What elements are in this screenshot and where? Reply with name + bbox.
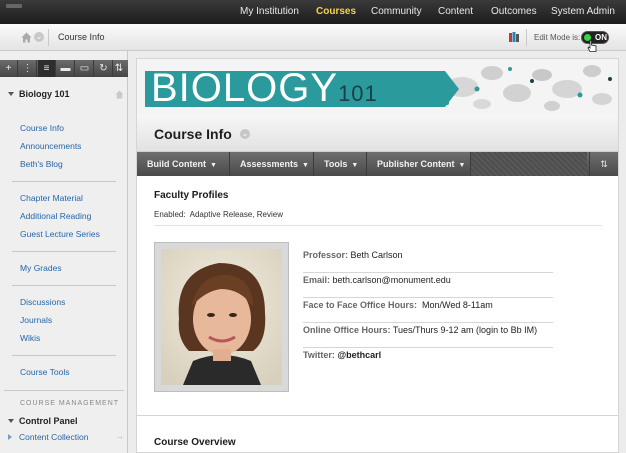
chevron-right-icon: →: [116, 432, 124, 441]
menu-journals[interactable]: Journals: [20, 315, 52, 325]
profile-twitter-row: Twitter: @bethcarl: [303, 350, 382, 360]
nav-outcomes[interactable]: Outcomes: [491, 0, 537, 24]
breadcrumb-bar: ⌄ Course Info Edit Mode is:: [0, 24, 626, 51]
faculty-profiles-title[interactable]: Faculty Profiles: [154, 190, 228, 201]
profile-photo-frame: [154, 242, 289, 392]
course-menu-header[interactable]: Biology 101: [8, 89, 70, 99]
folder-view-icon[interactable]: ▬: [57, 60, 75, 77]
tools-button[interactable]: Tools ▼: [314, 152, 367, 176]
logo-icon: [6, 4, 22, 8]
menu-my-grades[interactable]: My Grades: [20, 263, 62, 273]
action-bar: Build Content ▼ Assessments ▼ Tools ▼ Publi…: [137, 152, 618, 176]
menu-course-info[interactable]: Course Info: [20, 123, 64, 133]
menu-beths-blog[interactable]: Beth's Blog: [20, 159, 63, 169]
home-icon[interactable]: [21, 32, 32, 43]
nav-system-admin[interactable]: System Admin: [551, 0, 615, 24]
breadcrumb-menu-icon[interactable]: ⌄: [34, 32, 44, 42]
list-view-icon[interactable]: ≡: [38, 60, 56, 77]
content-collection-item[interactable]: Content Collection: [8, 432, 88, 442]
menu-discussions[interactable]: Discussions: [20, 297, 65, 307]
breadcrumb-current: Course Info: [58, 32, 105, 42]
publisher-content-button[interactable]: Publisher Content ▼: [367, 152, 471, 176]
banner-title: BIOLOGY101: [151, 66, 378, 110]
course-management-label: COURSE MANAGEMENT: [20, 400, 120, 407]
profile-photo: [161, 249, 282, 385]
profile-office-hours-row: Face to Face Office Hours: Mon/Wed 8-11a…: [303, 298, 553, 323]
top-navigation: My Institution Courses Community Content…: [0, 0, 626, 24]
reorder-icon[interactable]: ⇅: [589, 152, 618, 176]
drag-handle-icon[interactable]: ⋮: [19, 60, 37, 77]
edit-mode-label: Edit Mode is:: [534, 33, 581, 42]
book-icon[interactable]: [509, 32, 519, 43]
menu-wikis[interactable]: Wikis: [20, 333, 40, 343]
page-title: Course Info: [154, 126, 232, 142]
profile-professor-row: Professor: Beth Carlson: [303, 248, 553, 273]
page-header: Course Info ⌄: [137, 114, 618, 152]
control-panel-header[interactable]: Control Panel: [8, 416, 78, 426]
enabled-status: Enabled: Adaptive Release, Review: [154, 210, 283, 219]
course-menu-sidebar: + ⋮ ≡ ▬ ▭ ↻ ⇅: [0, 51, 128, 453]
profile-online-hours-row: Online Office Hours: Tues/Thurs 9-12 am …: [303, 323, 553, 348]
menu-additional-reading[interactable]: Additional Reading: [20, 211, 91, 221]
sort-icon[interactable]: ⇅: [110, 60, 128, 77]
add-icon[interactable]: +: [0, 60, 18, 77]
assessments-button[interactable]: Assessments ▼: [230, 152, 314, 176]
menu-guest-lecture-series[interactable]: Guest Lecture Series: [20, 229, 100, 239]
course-overview-title[interactable]: Course Overview: [154, 437, 236, 448]
nav-content[interactable]: Content: [438, 0, 473, 24]
nav-courses[interactable]: Courses: [316, 0, 356, 24]
hand-cursor-icon: [587, 40, 597, 52]
course-banner: BIOLOGY101: [137, 59, 618, 114]
main-content: BIOLOGY101 Course Info ⌄ Build Content ▼ …: [136, 58, 619, 453]
menu-toolbar: + ⋮ ≡ ▬ ▭ ↻ ⇅: [0, 60, 128, 77]
build-content-button[interactable]: Build Content ▼: [137, 152, 230, 176]
home-page-icon[interactable]: [115, 90, 124, 99]
menu-course-tools[interactable]: Course Tools: [20, 367, 69, 377]
nav-community[interactable]: Community: [371, 0, 422, 24]
page-title-menu-icon[interactable]: ⌄: [240, 129, 250, 139]
new-window-icon[interactable]: ▭: [76, 60, 94, 77]
profile-email-row: Email: beth.carlson@monument.edu: [303, 273, 553, 298]
menu-announcements[interactable]: Announcements: [20, 141, 81, 151]
nav-my-institution[interactable]: My Institution: [240, 0, 299, 24]
menu-chapter-material[interactable]: Chapter Material: [20, 193, 83, 203]
